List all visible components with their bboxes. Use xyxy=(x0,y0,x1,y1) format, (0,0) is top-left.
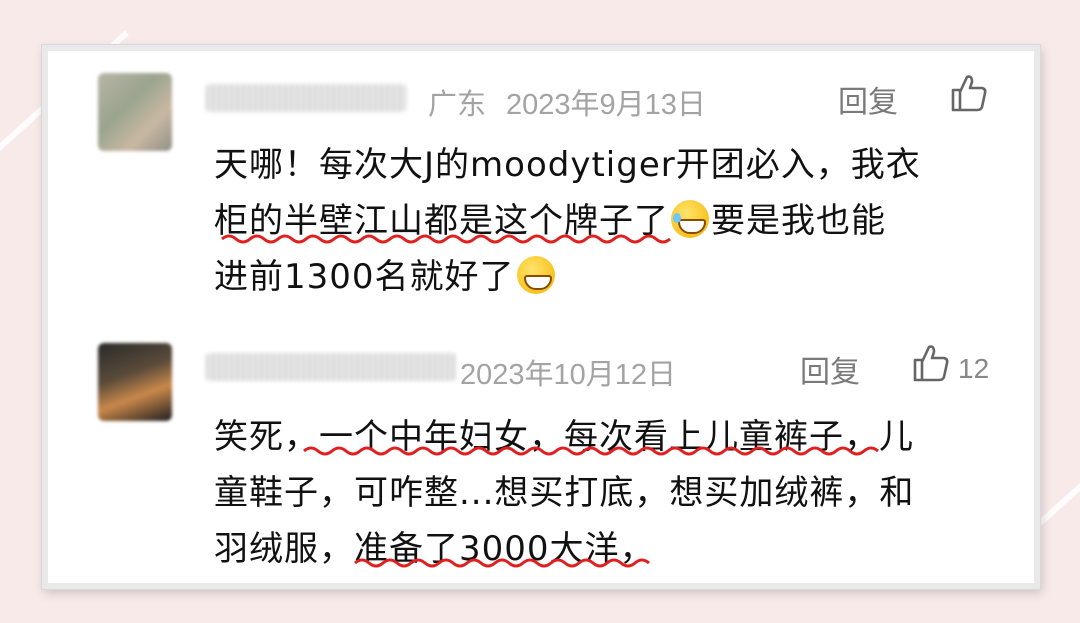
username-blurred[interactable] xyxy=(206,84,406,112)
reply-button[interactable]: 回复 xyxy=(800,347,860,391)
comment-date: 2023年10月12日 xyxy=(460,359,677,391)
red-underline xyxy=(354,558,650,568)
comment-text-line: 童鞋子，可咋整...想买打底，想买加绒裤，和 xyxy=(214,473,915,513)
comment-text-line: 进前1300名就好了 xyxy=(214,249,557,298)
reply-button[interactable]: 回复 xyxy=(838,77,898,121)
comment-text-segment: 进前1300名就好了 xyxy=(214,257,515,297)
comment-location: 广东 xyxy=(428,89,487,121)
avatar[interactable] xyxy=(98,343,172,421)
comment-text-segment: 要是我也能 xyxy=(711,201,886,241)
comment-text-line: 天哪！每次大J的moodytiger开团必入，我衣 xyxy=(214,145,921,185)
avatar[interactable] xyxy=(98,73,172,151)
username-blurred[interactable] xyxy=(206,353,456,381)
thumbs-up-icon[interactable] xyxy=(912,343,950,383)
like-count: 12 xyxy=(958,353,990,384)
thumbs-up-icon[interactable] xyxy=(950,73,988,113)
grinning-icon xyxy=(516,256,555,294)
red-underline xyxy=(221,234,671,244)
comment-card: 广东 2023年9月13日 回复 天哪！每次大J的moodytiger开团必入，… xyxy=(42,45,1040,589)
comment-date: 2023年9月13日 xyxy=(506,89,706,121)
red-underline xyxy=(303,446,879,456)
